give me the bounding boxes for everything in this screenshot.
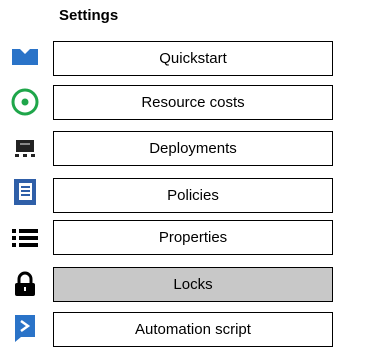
settings-item-policies[interactable]: Policies	[0, 176, 369, 216]
quickstart-label: Quickstart	[159, 50, 227, 67]
properties-label: Properties	[158, 229, 228, 246]
deployments-label: Deployments	[149, 140, 237, 157]
locks-button[interactable]: Locks	[53, 267, 333, 302]
deployments-icon	[6, 132, 44, 164]
resource-costs-button[interactable]: Resource costs	[53, 85, 333, 120]
settings-title: Settings	[59, 7, 119, 24]
settings-item-deployments[interactable]: Deployments	[0, 130, 369, 170]
settings-item-resource-costs[interactable]: Resource costs	[0, 84, 369, 124]
properties-icon	[6, 222, 44, 254]
policies-label: Policies	[167, 187, 219, 204]
settings-item-automation-script[interactable]: Automation script	[0, 310, 369, 350]
automation-script-label: Automation script	[135, 321, 251, 338]
settings-item-locks[interactable]: Locks	[0, 265, 369, 305]
locks-label: Locks	[173, 276, 213, 293]
automation-script-icon	[6, 312, 44, 344]
deployments-button[interactable]: Deployments	[53, 131, 333, 166]
quickstart-icon	[6, 40, 44, 72]
settings-item-quickstart[interactable]: Quickstart	[0, 40, 369, 80]
quickstart-button[interactable]: Quickstart	[53, 41, 333, 76]
policies-button[interactable]: Policies	[53, 178, 333, 213]
automation-script-button[interactable]: Automation script	[53, 312, 333, 347]
policies-icon	[6, 176, 44, 208]
settings-item-properties[interactable]: Properties	[0, 220, 369, 260]
lock-icon	[6, 268, 44, 300]
resource-costs-icon	[6, 86, 44, 118]
resource-costs-label: Resource costs	[141, 94, 245, 111]
properties-button[interactable]: Properties	[53, 220, 333, 255]
